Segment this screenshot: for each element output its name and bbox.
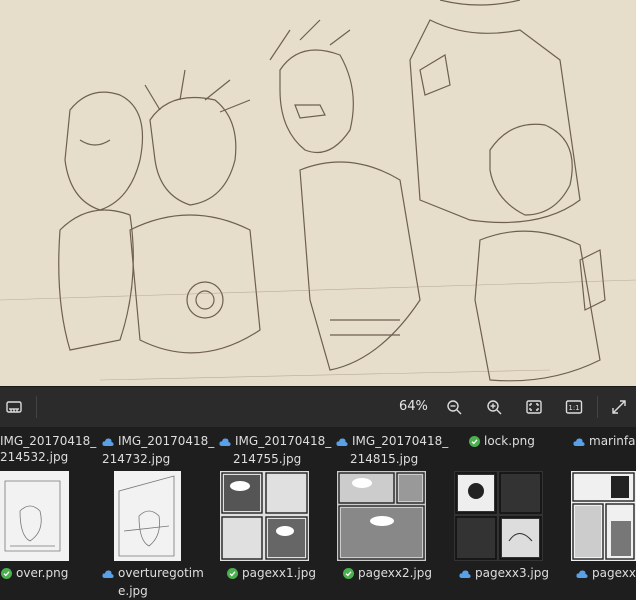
thumb-label[interactable]: pagexx4: [576, 565, 636, 583]
thumb-label[interactable]: IMG_20170418_ 214732.jpg: [102, 433, 214, 467]
thumbnail-over[interactable]: [0, 471, 69, 561]
zoom-in-icon[interactable]: [482, 395, 506, 419]
fullscreen-icon[interactable]: [607, 395, 631, 419]
fit-screen-icon[interactable]: [522, 395, 546, 419]
thumb-label[interactable]: pagexx1.jpg: [227, 565, 316, 583]
actual-size-label: 1:1: [568, 404, 579, 412]
thumb-label[interactable]: pagexx2.jpg: [343, 565, 432, 583]
thumbnail-pagexx1[interactable]: [220, 471, 309, 561]
thumb-label[interactable]: overturegotim e.jpg: [102, 565, 204, 599]
toolbar-divider: [597, 396, 598, 418]
filmstrip-icon[interactable]: [2, 395, 26, 419]
check-icon: [1, 567, 12, 583]
cloud-icon: [102, 567, 114, 583]
thumb-label[interactable]: IMG_20170418_ 214755.jpg: [219, 433, 331, 467]
thumb-label[interactable]: over.png: [1, 565, 68, 583]
image-canvas[interactable]: [0, 0, 636, 386]
zoom-out-icon[interactable]: [442, 395, 466, 419]
thumb-label[interactable]: marinfan: [573, 433, 636, 451]
cloud-icon: [219, 435, 231, 451]
thumbnail-pagexx2[interactable]: [337, 471, 426, 561]
check-icon: [343, 567, 354, 583]
thumbnail-pagexx3[interactable]: [454, 471, 543, 561]
thumbnail-overturegotime[interactable]: [114, 471, 181, 561]
cloud-icon: [576, 567, 588, 583]
actual-size-icon[interactable]: 1:1: [562, 395, 586, 419]
cloud-icon: [102, 435, 114, 451]
cloud-icon: [459, 567, 471, 583]
thumbnail-pagexx4[interactable]: [571, 471, 636, 561]
thumb-label[interactable]: pagexx3.jpg: [459, 565, 549, 583]
sketch-artwork: [0, 0, 636, 386]
thumb-label[interactable]: IMG_20170418_ 214815.jpg: [336, 433, 448, 467]
check-icon: [469, 435, 480, 451]
zoom-level: 64%: [399, 399, 428, 414]
thumb-label[interactable]: lock.png: [469, 433, 535, 451]
check-icon: [227, 567, 238, 583]
thumb-label[interactable]: IMG_20170418_ 214532.jpg: [0, 433, 96, 465]
toolbar-divider: [36, 396, 37, 418]
filmstrip[interactable]: IMG_20170418_ 214532.jpg IMG_20170418_ 21…: [0, 427, 636, 600]
viewer-toolbar: 64% 1:1: [0, 386, 636, 427]
cloud-icon: [336, 435, 348, 451]
cloud-icon: [573, 435, 585, 451]
